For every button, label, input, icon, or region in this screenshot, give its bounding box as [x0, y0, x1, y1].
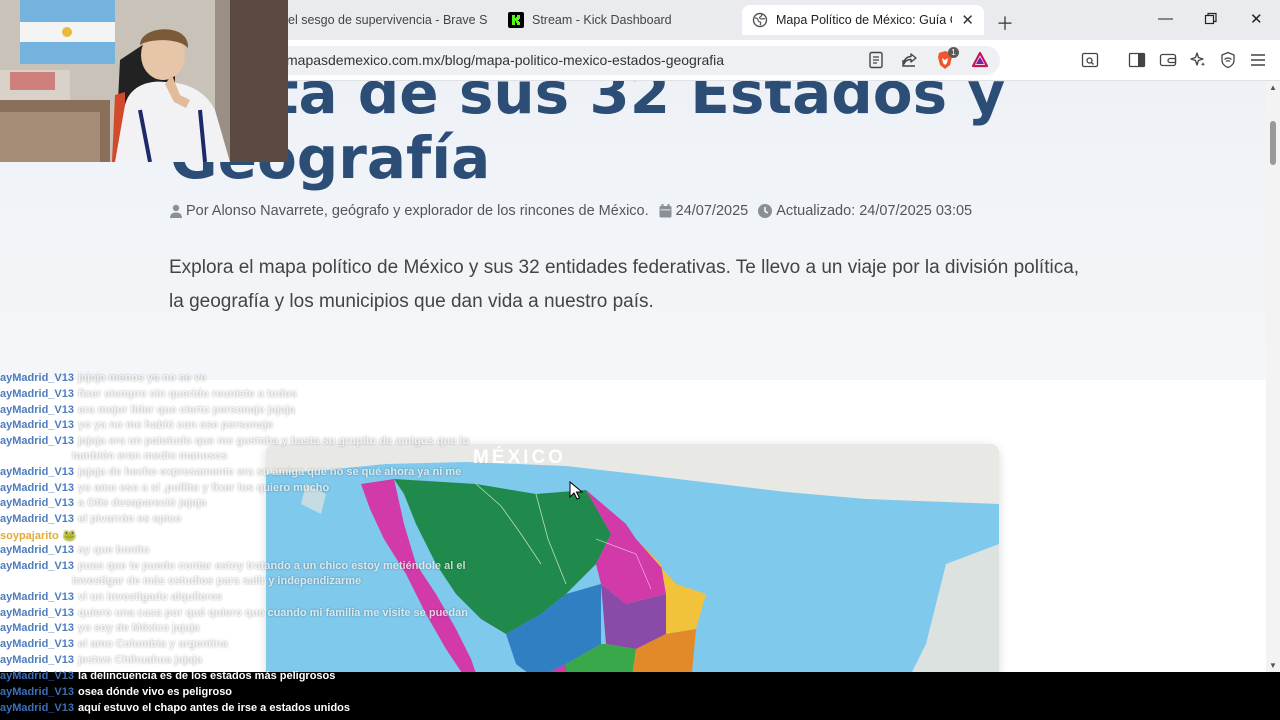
- webcam-overlay: [0, 0, 288, 162]
- chat-message: ayMadrid_V13 era mejor líder que cierto p…: [0, 404, 296, 416]
- chat-message: ayMadrid_V13 ay que bonito: [0, 544, 150, 556]
- updated-text: Actualizado: 24/07/2025 03:05: [776, 203, 973, 219]
- date-meta: 24/07/2025: [659, 203, 749, 219]
- chat-message: ayMadrid_V13 fixer siempre sin querido re…: [0, 388, 297, 400]
- tab-brave-search[interactable]: el sesgo de supervivencia - Brave Sea: [278, 5, 488, 35]
- chat-overlay: ayMadrid_V13 jajaja menos ya no se ve ayM…: [0, 372, 469, 672]
- close-window-icon[interactable]: ✕: [1250, 10, 1263, 28]
- brave-rewards-icon[interactable]: [970, 50, 990, 70]
- page-scrollbar[interactable]: ▲ ▼: [1266, 81, 1280, 672]
- url-text[interactable]: mapasdemexico.com.mx/blog/mapa-politico-…: [286, 52, 724, 68]
- article-intro: Explora el mapa político de México y sus…: [169, 257, 1080, 312]
- chat-message: ayMadrid_V13 jajaja de hecho expresamente…: [0, 466, 462, 478]
- chat-message: ayMadrid_V13 yo ya no me habló con ese pe…: [0, 419, 273, 431]
- chat-message: ayMadrid_V13 pues que te puedo contar est…: [0, 560, 466, 572]
- search-tab-icon[interactable]: [1080, 50, 1100, 70]
- chat-message: ayMadrid_V13 jestws Chihuahua jajaja: [0, 654, 203, 666]
- tab-kick-dashboard[interactable]: Stream - Kick Dashboard: [498, 5, 734, 35]
- vpn-shield-icon[interactable]: [1218, 50, 1238, 70]
- chat-message: ayMadrid_V13 yo amo eso a sí ,pollito y f…: [0, 482, 330, 494]
- article-meta: Por Alonso Navarrete, geógrafo y explora…: [170, 203, 982, 219]
- chat-message: ayMadrid_V13 el pivarrón es epico: [0, 513, 182, 525]
- sidebar-icon[interactable]: [1127, 50, 1147, 70]
- chat-message: ayMadrid_V13 yo soy de México jajaja: [0, 622, 200, 634]
- leo-ai-icon[interactable]: [1188, 50, 1208, 70]
- chat-message: ayMadrid_V13 a Otis desapareció jajaja: [0, 497, 207, 509]
- new-tab-button[interactable]: ＋: [996, 10, 1014, 36]
- menu-icon[interactable]: [1248, 50, 1268, 70]
- chat-message: ayMadrid_V13 aquí estuvo el chapo antes d…: [0, 702, 351, 714]
- minimize-icon[interactable]: —: [1158, 10, 1173, 27]
- shields-badge: 1: [948, 47, 959, 58]
- kick-icon: [508, 12, 524, 28]
- chat-message: ayMadrid_V13 jajaja menos ya no se ve: [0, 372, 207, 384]
- tab-mapa-politico[interactable]: Mapa Político de México: Guía C ✕: [742, 5, 984, 35]
- screen: el sesgo de supervivencia - Brave Sea St…: [0, 0, 1280, 720]
- close-tab-icon[interactable]: ✕: [953, 11, 974, 29]
- chat-message: ayMadrid_V13 jajaja era un patotudo que m…: [0, 435, 470, 447]
- reader-mode-icon[interactable]: [866, 50, 886, 70]
- user-icon: [170, 204, 182, 218]
- calendar-icon: [659, 204, 672, 218]
- updated-meta: Actualizado: 24/07/2025 03:05: [758, 203, 972, 219]
- author-meta: Por Alonso Navarrete, geógrafo y explora…: [170, 203, 649, 219]
- chat-bar: ayMadrid_V13 la delincuencia es de los es…: [0, 670, 1280, 720]
- tab-label: Mapa Político de México: Guía C: [776, 13, 952, 27]
- brave-shields-icon[interactable]: 1: [935, 47, 959, 70]
- article-title-line1: pleta de sus 32 Estados y: [170, 81, 1006, 127]
- chat-message: ayMadrid_V13 la delincuencia es de los es…: [0, 670, 336, 682]
- chat-message: ayMadrid_V13 el amo Colombia y argentina: [0, 638, 228, 650]
- globe-icon: [752, 12, 768, 28]
- clock-icon: [758, 204, 773, 218]
- author-text: Por Alonso Navarrete, geógrafo y explora…: [186, 203, 649, 219]
- chat-message: ayMadrid_V13 vi un investigado alquileres: [0, 591, 223, 603]
- chat-message: ayMadrid_V13 osea dónde vivo es peligroso: [0, 686, 233, 698]
- tab-label: Stream - Kick Dashboard: [532, 13, 672, 27]
- scroll-thumb[interactable]: [1270, 121, 1276, 165]
- chat-message-continuation: también eran medio manosos: [72, 450, 228, 462]
- chat-message: soypajarito 🐸: [0, 530, 77, 542]
- chat-message-continuation: investigar de más estudios para salir y …: [72, 575, 362, 587]
- wallet-icon[interactable]: [1158, 50, 1178, 70]
- mouse-cursor-icon: [569, 481, 583, 500]
- restore-icon[interactable]: [1204, 12, 1218, 30]
- webcam-feed: [0, 0, 288, 162]
- chat-message: ayMadrid_V13 quiero una casa por qué quie…: [0, 607, 468, 619]
- scroll-up-icon[interactable]: ▲: [1269, 83, 1277, 92]
- map-title: MÉXICO: [473, 447, 566, 468]
- date-text: 24/07/2025: [675, 203, 749, 219]
- scroll-down-icon[interactable]: ▼: [1269, 661, 1277, 670]
- share-icon[interactable]: [900, 50, 920, 70]
- tab-label: el sesgo de supervivencia - Brave Sea: [288, 13, 488, 27]
